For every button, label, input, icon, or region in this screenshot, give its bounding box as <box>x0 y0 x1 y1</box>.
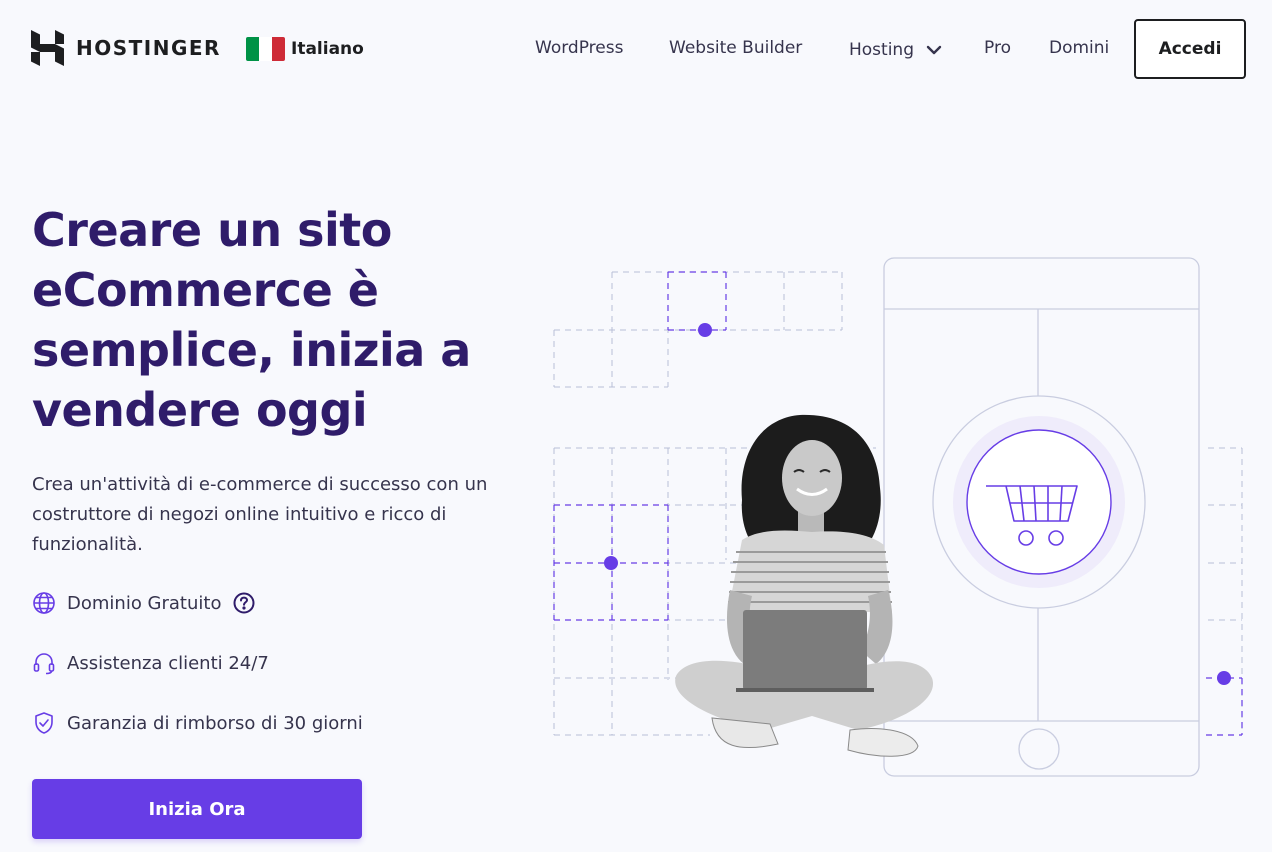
nav-pro[interactable]: Pro <box>984 38 1011 62</box>
hero-title-line: semplice, inizia a <box>32 323 471 377</box>
hero-title-line: vendere oggi <box>32 383 368 437</box>
feature-money-back: Garanzia di rimborso di 30 giorni <box>32 711 363 735</box>
feature-label: Dominio Gratuito <box>67 592 222 614</box>
nav-wordpress[interactable]: WordPress <box>535 38 623 62</box>
hero-title: Creare un sito eCommerce è semplice, ini… <box>32 200 532 440</box>
question-circle-icon[interactable] <box>233 592 255 614</box>
hero-title-line: eCommerce è <box>32 263 379 317</box>
hero-illustration <box>553 257 1243 777</box>
brand-name: HOSTINGER <box>76 36 221 60</box>
start-now-button[interactable]: Inizia Ora <box>32 779 362 839</box>
nav-domini[interactable]: Domini <box>1049 38 1109 62</box>
nav-website-builder[interactable]: Website Builder <box>669 38 802 62</box>
grid-dot <box>604 556 618 570</box>
hostinger-logo-icon <box>31 30 64 66</box>
shield-check-icon <box>35 712 53 734</box>
feature-support: Assistenza clienti 24/7 <box>32 651 269 675</box>
headset-icon <box>33 653 55 675</box>
language-selector[interactable]: Italiano <box>246 37 364 61</box>
login-button[interactable]: Accedi <box>1134 19 1246 79</box>
hero-title-line: Creare un sito <box>32 203 392 257</box>
feature-free-domain: Dominio Gratuito <box>32 591 255 615</box>
chevron-down-icon <box>926 45 942 55</box>
brand-logo[interactable]: HOSTINGER <box>31 30 221 66</box>
language-label: Italiano <box>291 39 364 59</box>
grid-dot <box>1217 671 1231 685</box>
phone-outline <box>883 257 1200 777</box>
hero-description: Crea un'attività di e-commerce di succes… <box>32 474 488 555</box>
top-navbar: HOSTINGER Italiano WordPress Website Bui… <box>0 0 1272 100</box>
globe-icon <box>33 592 55 614</box>
feature-label: Garanzia di rimborso di 30 giorni <box>67 712 363 734</box>
italy-flag-icon <box>246 37 285 61</box>
nav-hosting-label: Hosting <box>849 40 914 60</box>
feature-label: Assistenza clienti 24/7 <box>67 652 269 674</box>
nav-hosting[interactable]: Hosting <box>849 38 942 62</box>
grid-dot <box>698 323 712 337</box>
